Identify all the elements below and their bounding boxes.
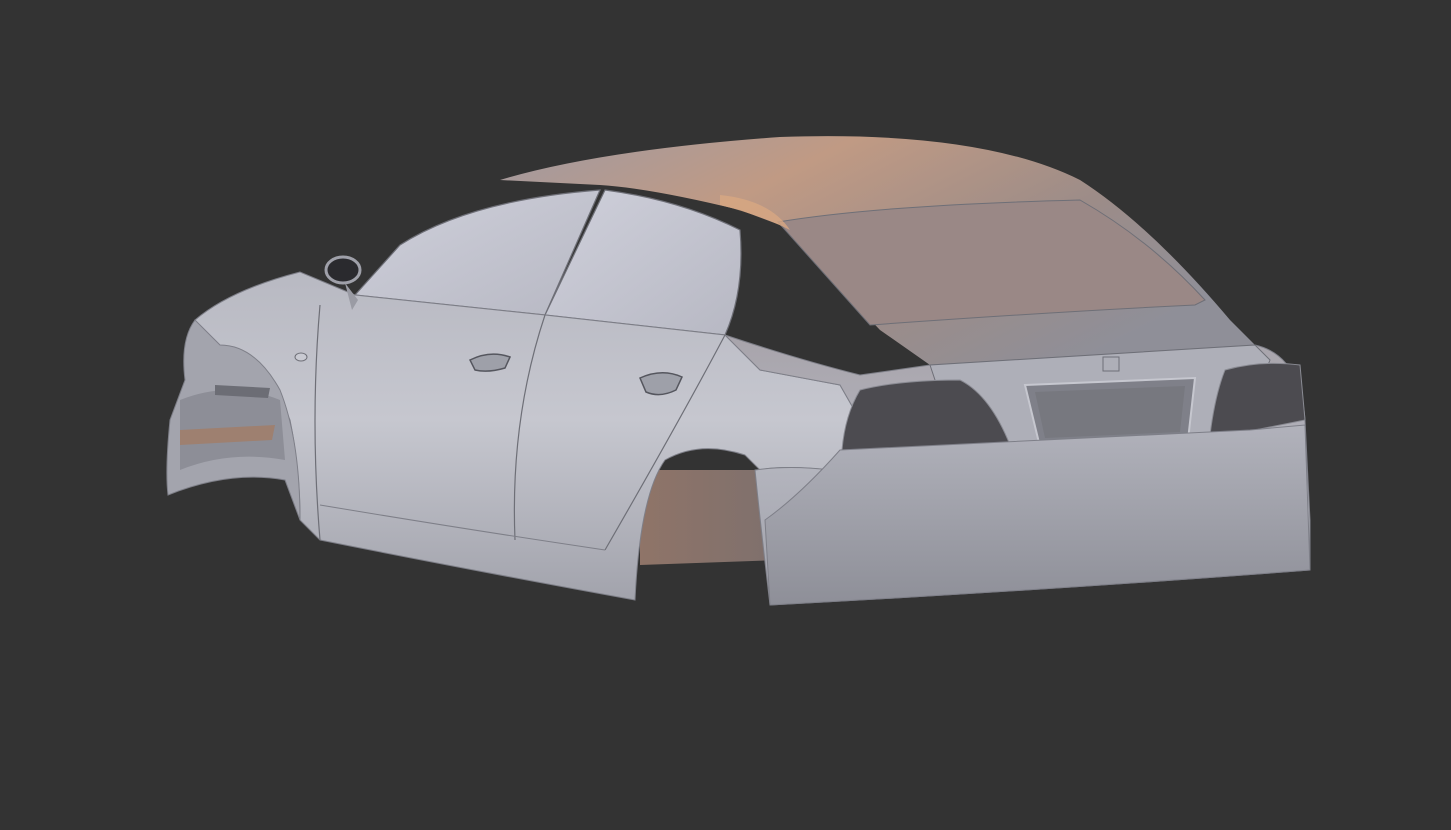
fuel-door: [294, 352, 308, 362]
license-plate-inner: [1035, 386, 1185, 438]
3d-viewport[interactable]: [0, 0, 1451, 830]
front-door-handle: [468, 353, 512, 372]
rear-window: [777, 199, 1206, 326]
car-body-model[interactable]: [0, 0, 1451, 830]
rear-bumper: [764, 424, 1311, 606]
side-mirror: [324, 255, 362, 285]
